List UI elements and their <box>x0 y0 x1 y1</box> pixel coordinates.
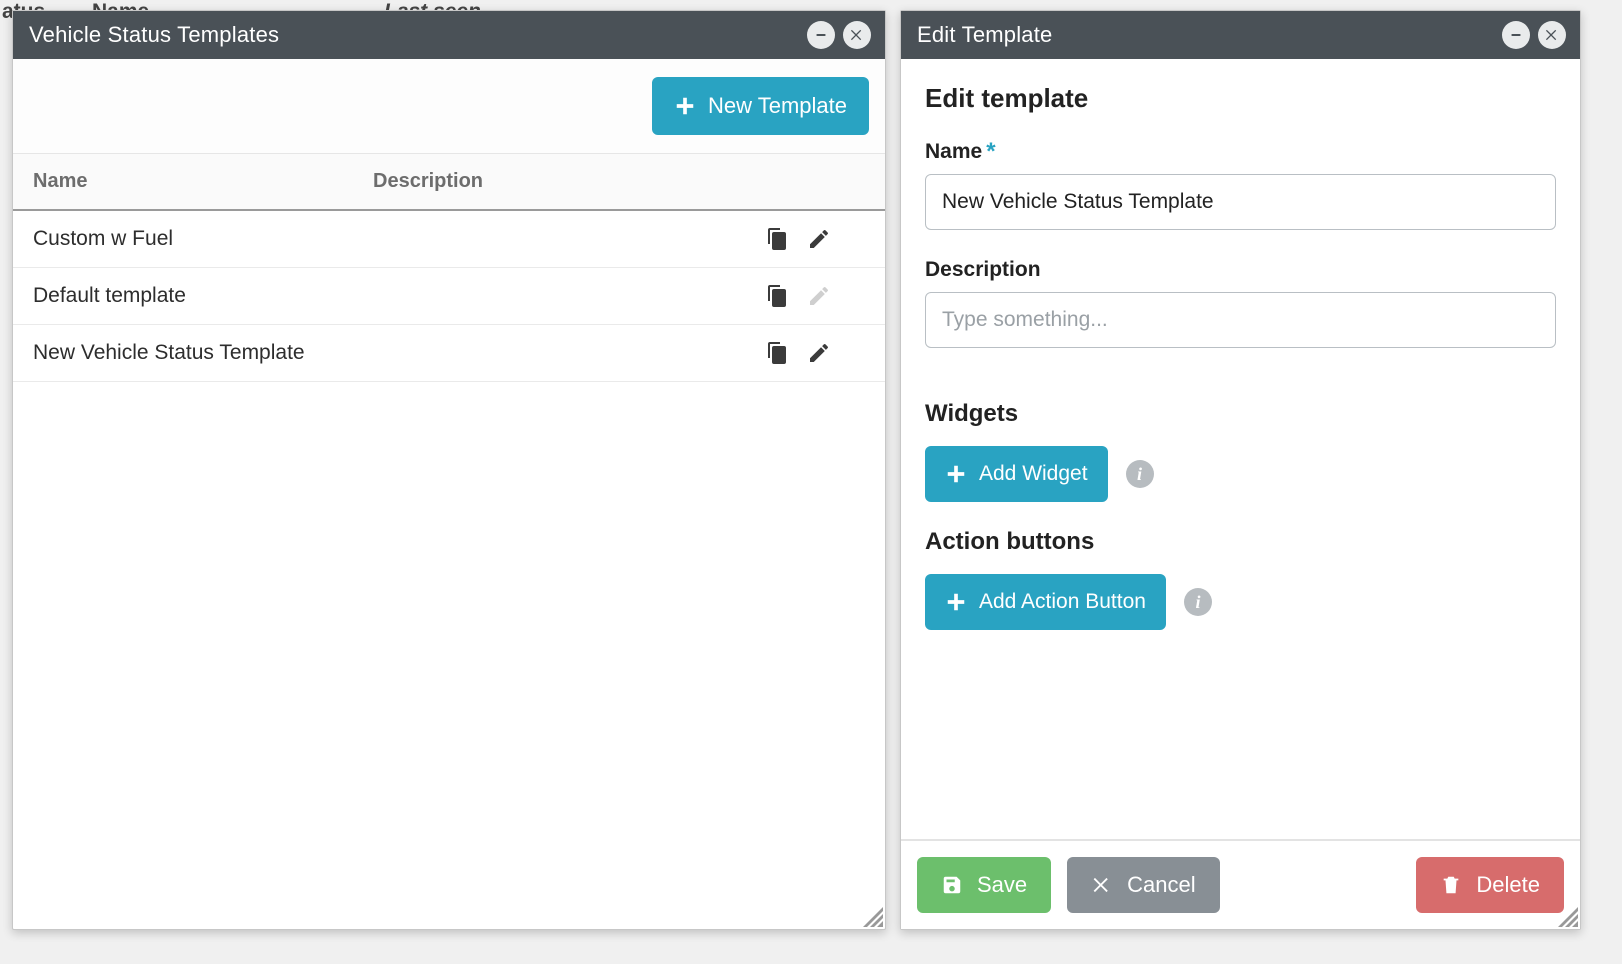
add-action-button[interactable]: Add Action Button <box>925 574 1166 630</box>
resize-icon <box>863 907 883 927</box>
close-icon <box>1544 27 1560 43</box>
edit-button-disabled <box>807 284 831 308</box>
delete-label: Delete <box>1476 872 1540 898</box>
info-icon[interactable]: i <box>1126 460 1154 488</box>
copy-icon <box>765 284 789 308</box>
name-input[interactable] <box>925 174 1556 230</box>
description-input[interactable] <box>925 292 1556 348</box>
save-icon <box>941 874 963 896</box>
row-name: Default template <box>33 284 373 308</box>
copy-icon <box>765 341 789 365</box>
row-name: Custom w Fuel <box>33 227 373 251</box>
minimize-button[interactable] <box>807 21 835 49</box>
plus-icon <box>674 95 696 117</box>
resize-handle[interactable] <box>863 907 883 927</box>
edit-panel: Edit Template Edit template Name* Descri… <box>900 10 1581 930</box>
copy-button[interactable] <box>765 227 789 251</box>
delete-button[interactable]: Delete <box>1416 857 1564 913</box>
templates-titlebar: Vehicle Status Templates <box>13 11 885 59</box>
close-icon <box>849 27 865 43</box>
trash-icon <box>1440 874 1462 896</box>
table-row: New Vehicle Status Template <box>13 325 885 382</box>
table-row: Default template <box>13 268 885 325</box>
cancel-button[interactable]: Cancel <box>1067 857 1219 913</box>
add-widget-button[interactable]: Add Widget <box>925 446 1108 502</box>
col-name-header: Name <box>33 170 373 193</box>
minimize-button[interactable] <box>1502 21 1530 49</box>
plus-icon <box>945 463 967 485</box>
required-star-icon: * <box>986 140 995 164</box>
resize-handle[interactable] <box>1558 907 1578 927</box>
new-template-label: New Template <box>708 93 847 119</box>
table-row: Custom w Fuel <box>13 211 885 268</box>
edit-footer: Save Cancel Delete <box>901 839 1580 929</box>
edit-form: Edit template Name* Description Widgets … <box>901 59 1580 839</box>
minimize-icon <box>1508 27 1524 43</box>
templates-panel: Vehicle Status Templates New Template Na… <box>12 10 886 930</box>
templates-toolbar: New Template <box>13 59 885 154</box>
name-label: Name* <box>925 140 1556 164</box>
row-name: New Vehicle Status Template <box>33 341 373 365</box>
add-widget-label: Add Widget <box>979 462 1088 486</box>
resize-icon <box>1558 907 1578 927</box>
new-template-button[interactable]: New Template <box>652 77 869 135</box>
cancel-label: Cancel <box>1127 872 1195 898</box>
action-buttons-heading: Action buttons <box>925 528 1556 556</box>
edit-icon <box>807 227 831 251</box>
edit-heading: Edit template <box>925 83 1556 114</box>
edit-icon <box>807 284 831 308</box>
cancel-icon <box>1091 874 1113 896</box>
add-action-button-label: Add Action Button <box>979 590 1146 614</box>
info-icon[interactable]: i <box>1184 588 1212 616</box>
widgets-heading: Widgets <box>925 400 1556 428</box>
minimize-icon <box>813 27 829 43</box>
save-label: Save <box>977 872 1027 898</box>
edit-button[interactable] <box>807 227 831 251</box>
edit-icon <box>807 341 831 365</box>
close-button[interactable] <box>843 21 871 49</box>
edit-button[interactable] <box>807 341 831 365</box>
copy-button[interactable] <box>765 341 789 365</box>
save-button[interactable]: Save <box>917 857 1051 913</box>
description-label: Description <box>925 258 1556 282</box>
close-button[interactable] <box>1538 21 1566 49</box>
copy-button[interactable] <box>765 284 789 308</box>
templates-title: Vehicle Status Templates <box>29 22 799 48</box>
edit-title: Edit Template <box>917 22 1494 48</box>
col-desc-header: Description <box>373 170 765 193</box>
templates-table-head: Name Description <box>13 154 885 211</box>
plus-icon <box>945 591 967 613</box>
edit-titlebar: Edit Template <box>901 11 1580 59</box>
copy-icon <box>765 227 789 251</box>
